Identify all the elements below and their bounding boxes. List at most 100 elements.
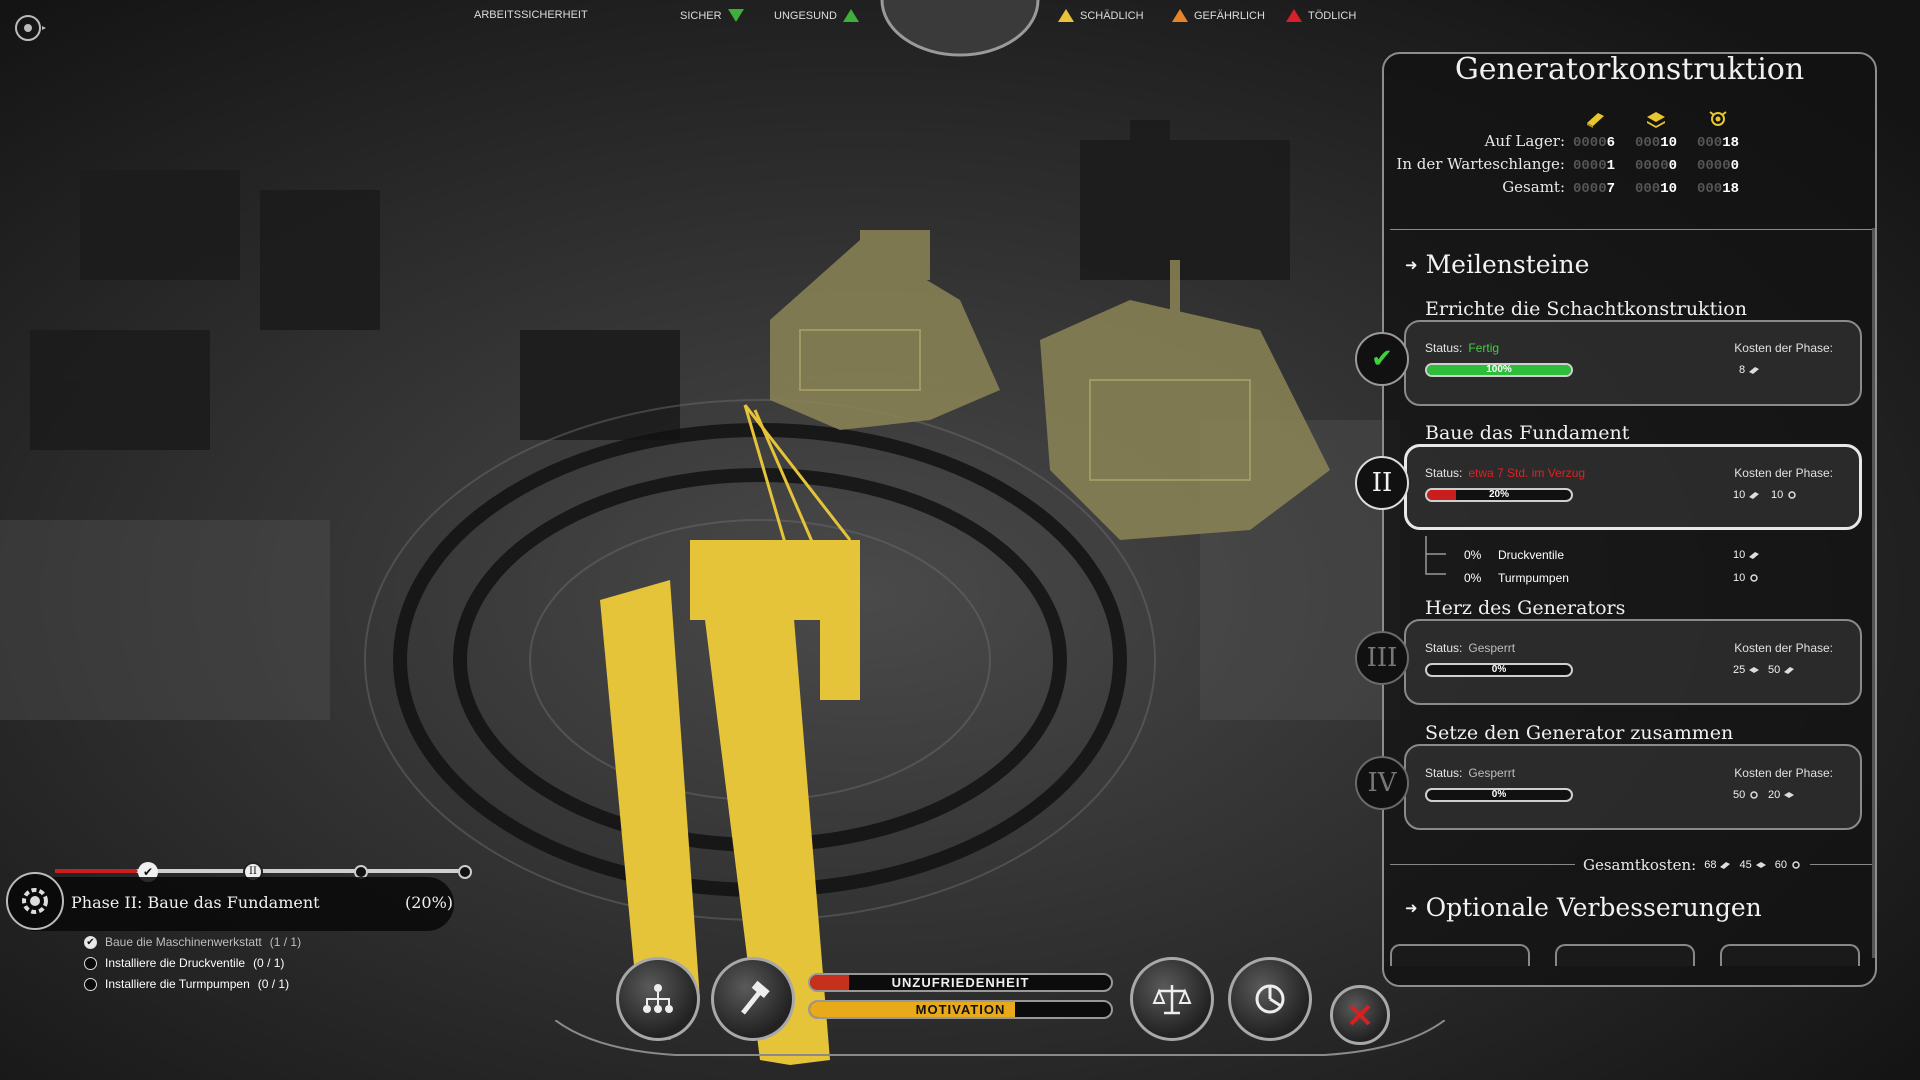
triangle-down-icon <box>727 9 744 22</box>
core-icon <box>1788 491 1796 499</box>
motivation-meter: MOTIVATION <box>808 1000 1113 1019</box>
triangle-up-icon <box>1058 9 1074 22</box>
subtask-label: Druckventile <box>1498 548 1565 562</box>
laws-button[interactable] <box>1130 957 1214 1041</box>
tech-tree-button[interactable] <box>616 957 700 1041</box>
unchecked-icon <box>84 977 97 991</box>
stock-steel: 00006 <box>1572 135 1615 151</box>
milestone-progress: 0% <box>1425 788 1573 802</box>
section-title: Meilensteine <box>1425 250 1590 279</box>
level-label: GEFÄHRLICH <box>1194 9 1265 22</box>
phase-cost: 50 <box>1733 789 1760 801</box>
steel-ingot-icon <box>1749 367 1760 374</box>
level-harmful: SCHÄDLICH <box>1058 9 1144 22</box>
core-icon <box>1792 861 1800 869</box>
milestone-card-active[interactable] <box>1404 444 1862 530</box>
safety-category-label: ARBEITSSICHERHEIT <box>474 9 588 21</box>
stock-wood: 00010 <box>1634 135 1677 151</box>
phase-two-badge: II <box>1355 456 1409 510</box>
wood-stack-icon <box>1647 112 1665 128</box>
core-icon <box>1750 574 1758 582</box>
settings-button[interactable] <box>12 12 48 42</box>
phase-gear-icon <box>6 872 64 930</box>
wood-stack-icon <box>1755 862 1766 868</box>
mood-meters: UNZUFRIEDENHEIT MOTIVATION <box>808 973 1113 1023</box>
statistics-button[interactable] <box>1228 957 1312 1041</box>
total-wood: 00010 <box>1634 181 1677 197</box>
triangle-up-icon <box>1286 9 1302 22</box>
milestone-progress: 20% <box>1425 488 1573 502</box>
total-steel: 00007 <box>1572 181 1615 197</box>
subtask-pct: 0% <box>1464 571 1482 585</box>
unchecked-icon <box>84 956 97 970</box>
milestone-status: Status: Fertig <box>1425 341 1500 355</box>
row-label: In der Warteschlange: <box>1396 155 1565 173</box>
optional-upgrades-header[interactable]: ➜ Optionale Verbesserungen <box>1405 893 1762 922</box>
milestone-progress: 100% <box>1425 363 1573 377</box>
total-wood-cost: 45 <box>1739 859 1766 871</box>
phase-cost-label: Kosten der Phase: <box>1734 766 1833 780</box>
phase-cost: 50 <box>1768 664 1795 676</box>
build-button[interactable] <box>711 957 795 1041</box>
row-label: Auf Lager: <box>1484 132 1565 150</box>
upgrade-card[interactable] <box>1390 944 1530 966</box>
queue-steel: 00001 <box>1572 158 1615 174</box>
discontent-meter: UNZUFRIEDENHEIT <box>808 973 1113 992</box>
upgrade-card[interactable] <box>1555 944 1695 966</box>
milestone-card[interactable] <box>1404 619 1862 705</box>
divider <box>1390 229 1875 230</box>
motivation-label: MOTIVATION <box>915 1002 1006 1017</box>
steel-ingot-icon <box>1749 492 1760 499</box>
collapse-arrow-icon: ➜ <box>1405 255 1418 274</box>
level-dangerous: GEFÄHRLICH <box>1172 9 1265 22</box>
phase-four-marker <box>458 865 472 879</box>
panel-scrollbar[interactable] <box>1872 228 1875 958</box>
milestone-status: Status: etwa 7 Std. im Verzug <box>1425 466 1586 480</box>
milestone-title: Herz des Generators <box>1425 597 1626 619</box>
milestones-header[interactable]: ➜ Meilensteine <box>1405 250 1589 279</box>
triangle-up-icon <box>1172 9 1188 22</box>
steel-ingot-icon <box>1784 667 1795 674</box>
level-label: SICHER <box>680 9 722 22</box>
level-unhealthy: UNGESUND <box>774 9 859 22</box>
check-icon: ✔ <box>1355 332 1409 386</box>
milestone-progress: 0% <box>1425 663 1573 677</box>
optional-upgrade-cards <box>1390 944 1875 966</box>
phase-three-badge: III <box>1355 631 1409 685</box>
checked-icon: ✔ <box>84 935 97 949</box>
discontent-label: UNZUFRIEDENHEIT <box>891 975 1030 990</box>
steel-ingot-icon <box>1587 113 1604 128</box>
close-icon <box>1349 1004 1371 1026</box>
tech-tree-icon <box>643 984 673 1013</box>
task-item: ✔ Baue die Maschinenwerkstatt (1 / 1) <box>84 935 301 949</box>
milestone-card[interactable] <box>1404 744 1862 830</box>
steel-ingot-icon <box>1720 862 1731 869</box>
law-scales-icon <box>1152 985 1192 1015</box>
milestone-title: Baue das Fundament <box>1425 422 1630 444</box>
total-core-cost: 60 <box>1775 859 1802 871</box>
subtask-cost: 10 <box>1733 572 1760 584</box>
pie-chart-icon <box>1255 984 1285 1014</box>
collapse-arrow-icon: ➜ <box>1405 898 1418 917</box>
milestone-status: Status: Gesperrt <box>1425 766 1516 780</box>
core-icon <box>1709 111 1727 126</box>
steel-ingot-icon <box>1749 552 1760 559</box>
phase-cost: 8 <box>1739 364 1760 376</box>
queue-wood: 00000 <box>1634 158 1677 174</box>
wood-stack-icon <box>1749 667 1760 673</box>
hammer-icon <box>741 980 770 1015</box>
row-label: Gesamt: <box>1502 178 1565 196</box>
close-button[interactable] <box>1330 985 1390 1045</box>
phase-cost: 10 <box>1771 489 1798 501</box>
phase-title: Phase II: Baue das Fundament <box>71 893 320 912</box>
subtask-cost: 10 <box>1733 549 1760 561</box>
gear-icon <box>15 15 46 41</box>
wood-stack-icon <box>1784 792 1795 798</box>
level-label: TÖDLICH <box>1308 9 1357 22</box>
total-costs-label: Gesamtkosten: <box>1583 856 1697 874</box>
panel-title: Generatorkonstruktion <box>1454 52 1805 87</box>
milestone-title: Setze den Generator zusammen <box>1425 722 1734 744</box>
upgrade-card[interactable] <box>1720 944 1860 966</box>
level-label: UNGESUND <box>774 9 837 22</box>
phase-cost: 25 <box>1733 664 1760 676</box>
